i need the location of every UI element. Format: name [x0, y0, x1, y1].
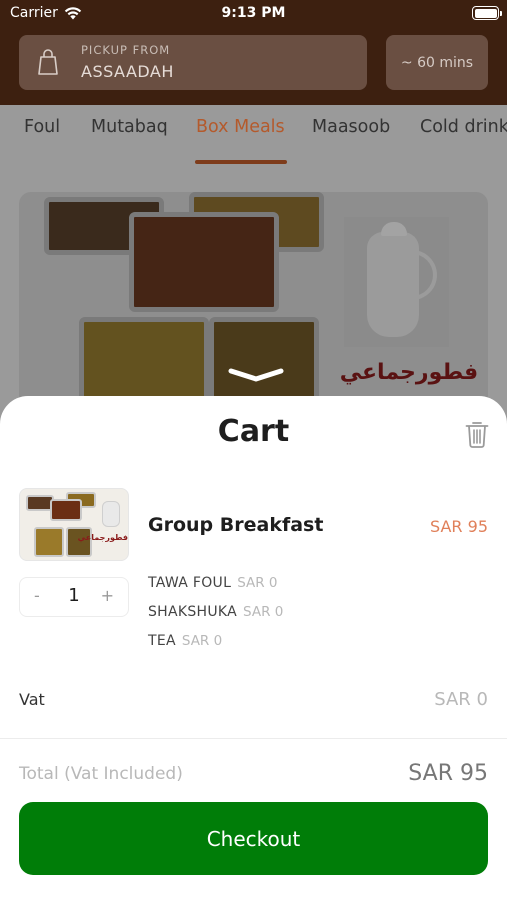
thumb-tray — [66, 527, 92, 557]
thumb-tea-pot — [102, 501, 120, 527]
shopping-bag-icon — [38, 49, 58, 75]
divider — [0, 738, 507, 739]
chevron-down-icon[interactable] — [228, 368, 284, 382]
battery-icon — [472, 6, 502, 20]
option-item: TEA SAR 0 — [148, 633, 222, 649]
vat-label: Vat — [19, 690, 45, 709]
total-label-text: Total — [19, 764, 59, 784]
option-item: SHAKSHUKA SAR 0 — [148, 604, 283, 620]
tea-pot — [367, 232, 419, 337]
total-value: SAR 95 — [408, 761, 488, 786]
tab-cold-drinks[interactable]: Cold drinks — [420, 117, 507, 137]
cart-item-price: SAR 95 — [430, 517, 488, 536]
cart-item-name: Group Breakfast — [148, 514, 324, 536]
thumb-arabic-title: فطورجماعي — [77, 533, 128, 542]
option-item: TAWA FOUL SAR 0 — [148, 575, 278, 591]
thumb-tray — [50, 499, 82, 521]
eta-badge[interactable]: ~ 60 mins — [386, 35, 488, 90]
option-price: SAR 0 — [237, 575, 278, 591]
option-price: SAR 0 — [243, 604, 284, 620]
cart-item-thumbnail: فطورجماعي — [19, 488, 129, 561]
active-tab-indicator — [195, 160, 287, 164]
tab-mutabaq[interactable]: Mutabaq — [91, 117, 168, 137]
option-name: TEA — [148, 633, 176, 649]
vat-value: SAR 0 — [434, 689, 488, 710]
checkout-button[interactable]: Checkout — [19, 802, 488, 875]
total-note: (Vat Included) — [64, 764, 183, 784]
banner-arabic-title: فطورجماعي — [339, 360, 479, 385]
trash-icon[interactable] — [465, 420, 489, 448]
pickup-selector[interactable]: PICKUP FROM ASSAADAH — [19, 35, 367, 90]
thumb-tray — [34, 527, 64, 557]
cart-title: Cart — [217, 414, 290, 449]
clock: 9:13 PM — [221, 5, 286, 21]
tab-foul[interactable]: Foul — [24, 117, 60, 137]
option-price: SAR 0 — [181, 633, 223, 649]
top-bar: Carrier 9:13 PM PICKUP FROM ASSAADAH ~ 6… — [0, 0, 507, 105]
increment-button[interactable]: + — [101, 586, 114, 605]
option-name: TAWA FOUL — [148, 575, 232, 591]
food-tray — [129, 212, 279, 312]
option-name: SHAKSHUKA — [148, 604, 238, 620]
pickup-location: ASSAADAH — [81, 62, 174, 81]
quantity-stepper: - 1 + — [19, 577, 129, 617]
category-tabs: Foul Mutabaq Box Meals Maasoob Cold drin… — [0, 105, 507, 165]
tab-maasoob[interactable]: Maasoob — [312, 117, 390, 137]
pickup-label: PICKUP FROM — [81, 43, 171, 57]
total-label: Total (Vat Included) — [19, 764, 183, 784]
tab-box-meals[interactable]: Box Meals — [196, 117, 285, 137]
status-bar: Carrier 9:13 PM — [0, 0, 507, 28]
